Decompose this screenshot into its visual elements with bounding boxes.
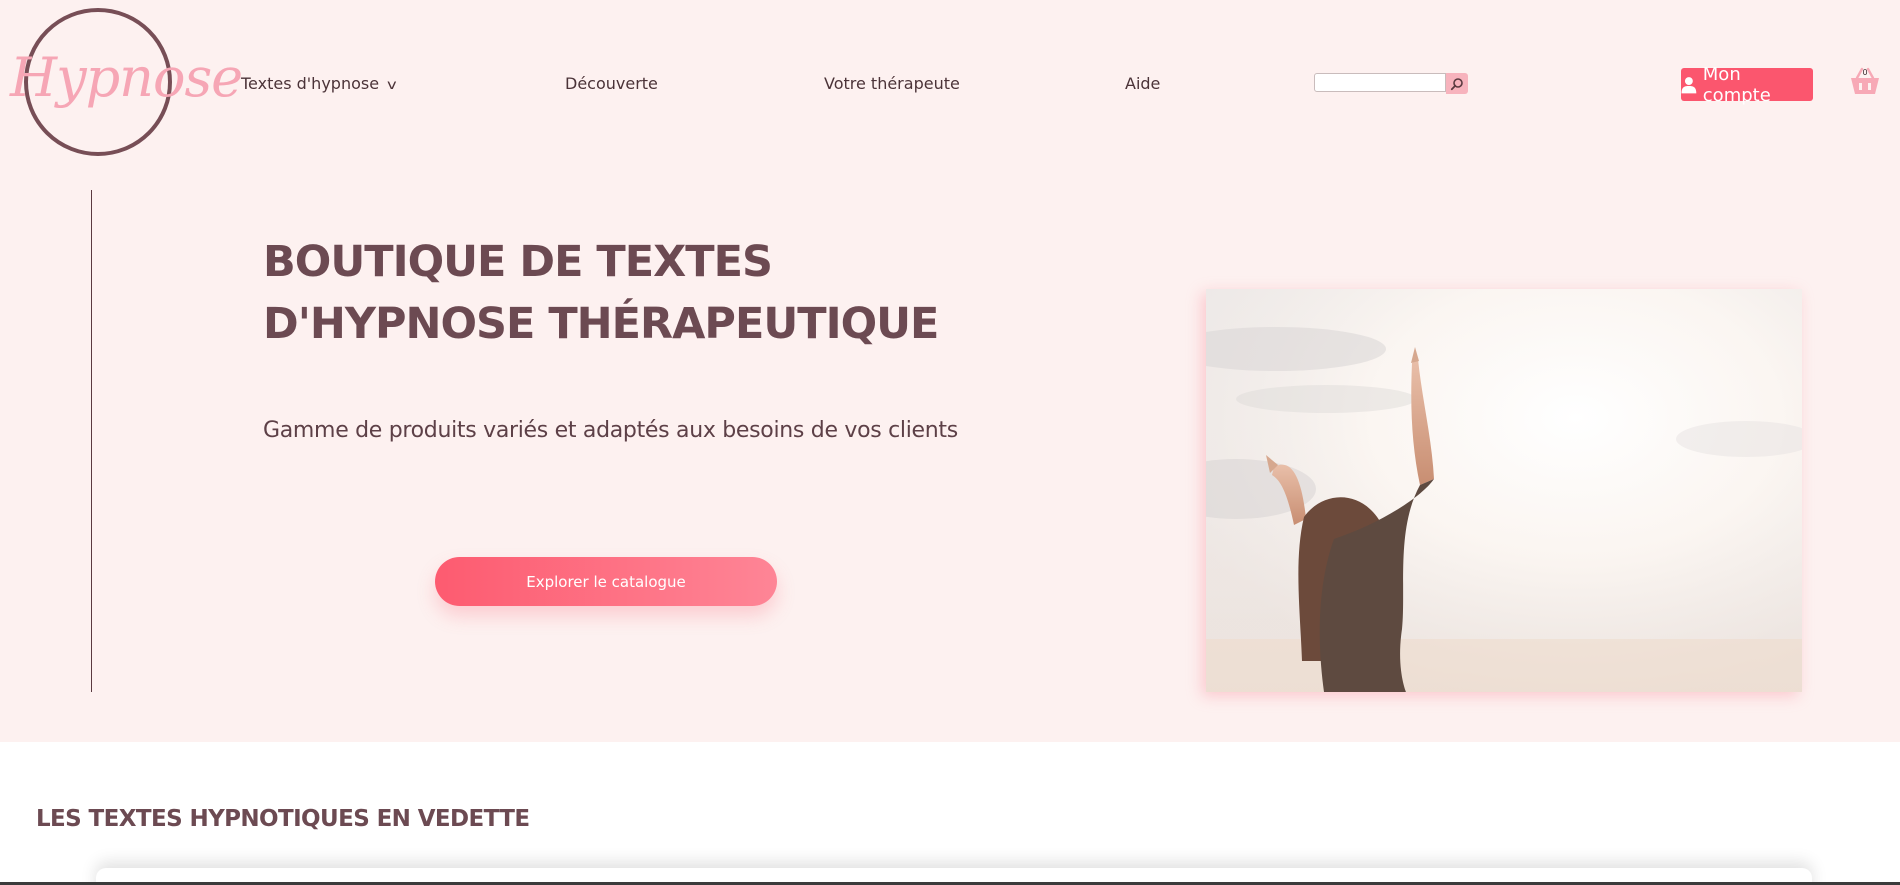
account-button[interactable]: Mon compte [1681,64,1813,106]
nav-item-therapeute[interactable]: Votre thérapeute [824,74,960,93]
hero-subtitle: Gamme de produits variés et adaptés aux … [263,418,958,443]
account-label: Mon compte [1702,63,1771,106]
cart-button[interactable]: 0 [1848,66,1882,96]
nav-item-decouverte[interactable]: Découverte [565,74,658,93]
page: Hypnose Textes d'hypnose v Découverte Vot… [0,0,1900,885]
site-logo[interactable]: Hypnose [10,8,243,160]
woman-raising-arms-sky-photo [1206,289,1802,692]
nav-item-textes[interactable]: Textes d'hypnose v [241,74,397,93]
search-input[interactable] [1314,73,1446,92]
explore-catalogue-button[interactable]: Explorer le catalogue [435,557,777,606]
hero-image [1206,289,1802,692]
cart-count: 0 [1862,68,1867,77]
featured-section-title: LES TEXTES HYPNOTIQUES EN VEDETTE [36,806,530,832]
hero-title: BOUTIQUE DE TEXTES D'HYPNOSE THÉRAPEUTIQ… [263,237,939,349]
user-icon [1681,76,1697,93]
chevron-down-icon: v [387,78,397,93]
basket-icon: 0 [1851,67,1879,94]
search-button[interactable] [1446,73,1468,94]
logo-text: Hypnose [10,46,243,109]
search-icon [1450,77,1463,90]
search-bar [1314,73,1468,94]
nav-item-aide[interactable]: Aide [1125,74,1160,93]
hero-divider-line [91,190,92,692]
nav-item-label: Textes d'hypnose [241,74,380,93]
